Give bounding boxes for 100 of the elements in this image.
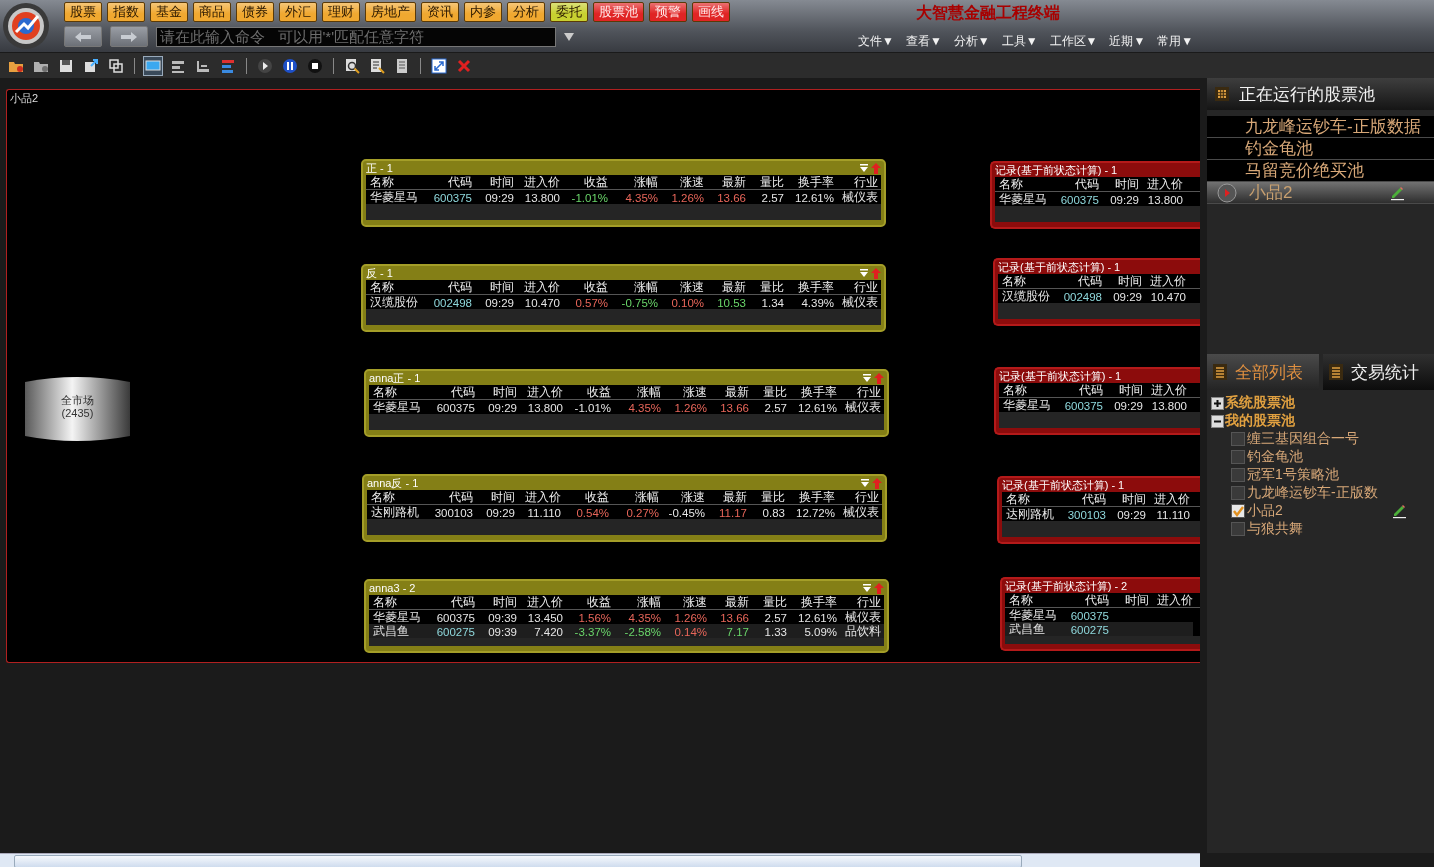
dropdown-icon[interactable] — [564, 32, 574, 41]
column-header: 最新 — [722, 490, 747, 505]
search-icon[interactable] — [344, 57, 360, 74]
document-icon[interactable] — [394, 57, 410, 74]
menu-item[interactable]: 常用▼ — [1157, 33, 1194, 50]
collapse-icon[interactable] — [1211, 414, 1224, 428]
tree-label: 钓金龟池 — [1247, 448, 1303, 466]
layout-button[interactable] — [143, 55, 163, 76]
panel-title: 记录(基于前状态计算) - 1 — [998, 259, 1121, 275]
pencil-icon[interactable] — [1391, 503, 1407, 519]
table-cell-text: 12.61% — [797, 611, 837, 624]
tree-node[interactable]: 系统股票池 — [1211, 394, 1434, 412]
nav-button[interactable]: 分析 — [507, 2, 545, 22]
nav-button[interactable]: 商品 — [193, 2, 231, 22]
pencil-icon[interactable] — [1389, 185, 1405, 201]
nav-button[interactable]: 股票池 — [593, 2, 644, 22]
nav-button[interactable]: 预警 — [649, 2, 687, 22]
pool-item[interactable]: 马留竞价绝买池 — [1207, 160, 1434, 182]
menu-item[interactable]: 近期▼ — [1109, 33, 1146, 50]
tree-item[interactable]: 与狼共舞 — [1211, 520, 1434, 538]
table-cell-text: 300103 — [1066, 508, 1106, 521]
column-header: 代码 — [1078, 383, 1103, 398]
column-header: 代码 — [1077, 274, 1102, 289]
pause-icon[interactable] — [282, 57, 298, 74]
tree-item[interactable]: 小品2 — [1211, 502, 1434, 520]
column-header: 时间 — [489, 175, 514, 190]
column-header: 量比 — [759, 175, 784, 190]
nav-button[interactable]: 指数 — [107, 2, 145, 22]
play-icon[interactable] — [257, 57, 273, 74]
nav-button[interactable]: 委托 — [550, 2, 588, 22]
panel-title: 正 - 1 — [366, 160, 393, 176]
table-cell-text: 09:39 — [487, 625, 517, 638]
tree-item[interactable]: 钓金龟池 — [1211, 448, 1434, 466]
nav-button[interactable]: 股票 — [64, 2, 102, 22]
checkbox[interactable] — [1231, 432, 1245, 446]
stop-icon[interactable] — [307, 57, 323, 74]
table-row[interactable]: 武昌鱼 600275 09:39 7.420 -3.37% -2.58% 0.14% 7.17 1.33 5.09% 品饮料 — [369, 624, 884, 638]
pool-item[interactable]: 九龙峰运钞车-正版数据 — [1207, 116, 1434, 138]
menu-item[interactable]: 查看▼ — [905, 33, 942, 50]
nav-button[interactable]: 理财 — [322, 2, 360, 22]
table-cell-text: 600275 — [1069, 623, 1109, 636]
export-icon[interactable] — [83, 57, 99, 74]
table-cell-text: 600275 — [435, 625, 475, 638]
forward-button[interactable] — [110, 26, 148, 47]
table-row[interactable]: 武昌鱼 600275 — [1005, 622, 1193, 636]
checkbox[interactable] — [1231, 522, 1245, 536]
checkbox[interactable] — [1231, 468, 1245, 482]
column-header: 收益 — [586, 385, 611, 400]
search-icon[interactable] — [369, 57, 385, 74]
tree-item[interactable]: 九龙峰运钞车-正版数 — [1211, 484, 1434, 502]
table-cell-text: 达刚路机 — [1005, 507, 1055, 522]
panel-title: 反 - 1 — [366, 265, 393, 281]
tree-node[interactable]: 我的股票池 — [1211, 412, 1434, 430]
expand-icon[interactable] — [1211, 396, 1224, 410]
table-cell-text: 600375 — [1059, 193, 1099, 206]
database-cylinder[interactable] — [25, 376, 130, 442]
table-cell-text: 002498 — [432, 296, 472, 309]
horizontal-scrollbar[interactable] — [0, 853, 1200, 867]
column-header: 名称 — [372, 385, 398, 400]
table-cell-text: 汉缆股份 — [369, 295, 419, 310]
nav-button[interactable]: 房地产 — [365, 2, 416, 22]
tree-item[interactable]: 缠三基因组合一号 — [1211, 430, 1434, 448]
panel-title: 记录(基于前状态计算) - 1 — [995, 162, 1118, 178]
nav-button[interactable]: 画线 — [692, 2, 730, 22]
nav-button[interactable]: 债券 — [236, 2, 274, 22]
menu-item[interactable]: 文件▼ — [858, 33, 894, 50]
resize-icon[interactable] — [108, 57, 124, 74]
tab[interactable]: 交易统计 — [1322, 354, 1434, 390]
expand-icon[interactable] — [431, 57, 447, 74]
column-header: 涨速 — [679, 175, 704, 190]
column-header: 进入价 — [1150, 383, 1187, 398]
logo-icon[interactable] — [2, 2, 50, 50]
tree-item[interactable]: 冠军1号策略池 — [1211, 466, 1434, 484]
nav-button[interactable]: 资讯 — [421, 2, 459, 22]
command-field[interactable]: 请在此输入命令 可以用'*'匹配任意字符 — [156, 26, 556, 47]
table-cell-text: 09:29 — [1112, 290, 1142, 303]
menu-item[interactable]: 工作区▼ — [1049, 33, 1098, 50]
column-header: 涨幅 — [633, 280, 658, 295]
column-header: 名称 — [370, 490, 396, 505]
nav-button[interactable]: 外汇 — [279, 2, 317, 22]
save-icon[interactable] — [58, 57, 74, 74]
checkbox[interactable] — [1231, 504, 1245, 518]
tree-label: 小品2 — [1247, 502, 1283, 520]
table-cell-text: 13.450 — [526, 611, 563, 624]
checkbox[interactable] — [1231, 486, 1245, 500]
table-cell-text: 械仪表 — [844, 610, 881, 625]
table-cell-text: 0.54% — [575, 506, 609, 519]
close-icon[interactable] — [456, 57, 472, 74]
back-button[interactable] — [64, 26, 102, 47]
column-header: 行业 — [856, 595, 881, 610]
pool-item[interactable]: 钓金龟池 — [1207, 138, 1434, 160]
checkbox[interactable] — [1231, 450, 1245, 464]
nav-button[interactable]: 基金 — [150, 2, 188, 22]
panel-title: anna反 - 1 — [367, 475, 419, 491]
menu-item[interactable]: 工具▼ — [1001, 33, 1038, 50]
menu-item[interactable]: 分析▼ — [953, 33, 990, 50]
column-header: 行业 — [853, 280, 878, 295]
table-cell-text: 12.61% — [797, 401, 837, 414]
nav-button[interactable]: 内参 — [464, 2, 502, 22]
tree-label: 冠军1号策略池 — [1247, 466, 1339, 484]
